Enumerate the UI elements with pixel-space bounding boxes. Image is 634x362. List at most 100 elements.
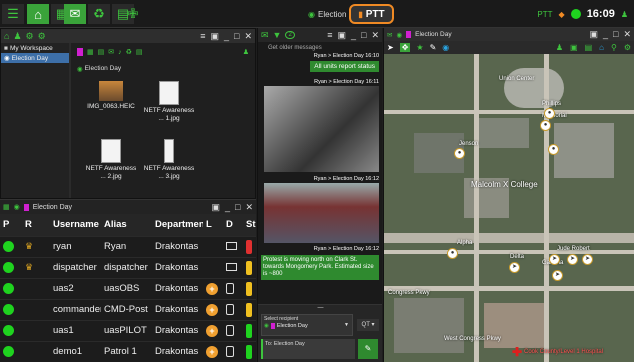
close-icon[interactable]: ✕	[245, 202, 253, 213]
walker-icon[interactable]: ✙	[126, 4, 140, 24]
table-row[interactable]: ♛ dispatcher dispatcher Drakontas	[0, 256, 256, 278]
file-item[interactable]: NETF Awareness ... 2.jpg	[83, 139, 139, 181]
message-input[interactable]: To: Election Day	[261, 339, 355, 359]
filter-icon[interactable]: ▼	[273, 30, 282, 40]
minimize-icon[interactable]: _	[225, 202, 230, 213]
location-badge[interactable]: +	[206, 324, 218, 337]
table-row[interactable]: commander CMD-Post Drakontas +	[0, 298, 256, 320]
table-row[interactable]: demo1 Patrol 1 Drakontas +	[0, 340, 256, 362]
minimize-icon[interactable]: _	[224, 31, 229, 42]
car-icon[interactable]: ▣	[570, 43, 578, 52]
col-header-st[interactable]: St	[243, 214, 256, 236]
col-header-l[interactable]: L	[203, 214, 223, 236]
file-item[interactable]: IMG_0063.HEIC	[83, 81, 139, 111]
map-panel[interactable]: ✉ ◉ Election Day ▣ _ □ ✕ ➤ ✥ ★ ✎ ◉ ♟ ▣ ▤…	[383, 28, 634, 362]
file-name: IMG_0063.HEIC	[87, 103, 135, 110]
recycle-icon[interactable]: ♻	[88, 4, 110, 24]
online-status-dot[interactable]	[570, 9, 581, 19]
tree-item-my-workspace[interactable]: ■ My Workspace	[1, 43, 69, 53]
close-icon[interactable]: ✕	[244, 31, 252, 42]
col-header-username[interactable]: Username	[50, 214, 101, 236]
col-header-p[interactable]: P	[0, 214, 22, 236]
menu-icon[interactable]: ☰	[2, 4, 24, 24]
settings-icon[interactable]: ⚙	[38, 31, 46, 42]
message-photo[interactable]	[264, 183, 379, 243]
col-header-department[interactable]: Department	[152, 214, 203, 236]
lock-icon[interactable]: ▣	[589, 29, 598, 40]
table-row[interactable]: uas2 uasOBS Drakontas +	[0, 277, 256, 299]
table-row[interactable]: ♛ ryan Ryan Drakontas	[0, 235, 256, 257]
close-icon[interactable]: ✕	[623, 29, 631, 40]
minimize-icon[interactable]: _	[603, 29, 608, 40]
star-icon[interactable]: ★	[416, 43, 423, 52]
ptt-button[interactable]: ▮ PTT	[349, 4, 394, 24]
location-badge[interactable]: +	[206, 345, 218, 358]
unit-marker[interactable]: ➤	[567, 254, 578, 265]
unit-marker[interactable]: ●	[540, 120, 551, 131]
hospital-icon[interactable]: ✚	[512, 345, 522, 359]
move-icon[interactable]: ✥	[399, 43, 411, 52]
minimize-icon[interactable]: _	[351, 30, 356, 41]
image-icon[interactable]: ▤	[585, 43, 593, 52]
col-header-d[interactable]: D	[223, 214, 243, 236]
file-item[interactable]: NETF Awareness ... 1.jpg	[141, 81, 197, 123]
maximize-icon[interactable]: □	[613, 29, 618, 40]
unit-marker[interactable]: ●	[447, 248, 458, 259]
list-icon[interactable]: ▤	[98, 48, 105, 56]
user-add-icon[interactable]: ♟	[243, 48, 249, 56]
lock-icon[interactable]: ▣	[211, 202, 220, 213]
user-icon[interactable]: ♟	[621, 10, 628, 19]
col-header-alias[interactable]: Alias	[101, 214, 152, 236]
group-icon[interactable]: ♟	[556, 43, 563, 52]
lock-icon[interactable]: ▣	[337, 30, 346, 41]
unit-marker[interactable]: ➤	[552, 270, 563, 281]
message-sender: Ryan	[313, 176, 327, 182]
cursor-icon[interactable]: ➤	[387, 43, 394, 52]
location-badge[interactable]: +	[206, 303, 218, 316]
layers-icon[interactable]: ◉	[442, 43, 449, 52]
table-row[interactable]: uas1 uasPILOT Drakontas +	[0, 319, 256, 341]
mail-icon[interactable]: ✉	[387, 31, 392, 39]
message-photo[interactable]	[264, 86, 379, 172]
lock-icon[interactable]: ▣	[210, 31, 219, 42]
home-icon[interactable]: ⌂	[27, 4, 49, 24]
maximize-icon[interactable]: □	[235, 202, 240, 213]
bell-icon[interactable]: ♪	[118, 49, 122, 56]
col-header-r[interactable]: R	[22, 214, 50, 236]
pen-icon[interactable]: ✎	[430, 43, 437, 52]
screen-icon[interactable]: ▤	[136, 48, 143, 56]
unit-marker[interactable]: ●	[548, 144, 559, 155]
unit-marker[interactable]: ➤	[509, 262, 520, 273]
recipient-select[interactable]: Select recipient ◉ Election Day ▼	[261, 314, 353, 336]
unit-marker[interactable]: ➤	[549, 254, 560, 265]
grid-icon[interactable]: ▦	[87, 48, 94, 56]
maximize-icon[interactable]: □	[234, 31, 239, 42]
gear-icon[interactable]: ⚙	[624, 43, 631, 52]
home-icon[interactable]: ⌂	[599, 43, 604, 52]
map-label: Congress Pkwy	[388, 290, 430, 296]
file-item[interactable]: NETF Awareness ... 3.jpg	[141, 139, 197, 181]
maximize-icon[interactable]: □	[361, 30, 366, 41]
home-icon[interactable]: ⌂	[4, 31, 9, 41]
search-icon[interactable]: ⚲	[611, 43, 617, 52]
quick-text-button[interactable]: QT ▾	[357, 319, 379, 331]
menu-icon[interactable]: ≡	[327, 30, 332, 41]
mail-icon[interactable]: ✉	[108, 48, 114, 56]
workspace-header: ⌂ ♟ ⚙ ⚙ ≡ ▣ _ □ ✕	[1, 29, 255, 43]
gear-icon[interactable]: ⚙	[26, 31, 34, 42]
group-icon[interactable]: ♟	[13, 31, 21, 42]
table-icon[interactable]: ▦	[3, 203, 10, 211]
close-icon[interactable]: ✕	[371, 30, 379, 41]
attach-button[interactable]: ✎	[358, 339, 378, 359]
mail-icon[interactable]: ✉	[64, 4, 86, 24]
tree-item-election-day[interactable]: ◉ Election Day	[1, 53, 69, 63]
recycle-icon[interactable]: ♻	[126, 48, 132, 56]
unit-marker[interactable]: ●	[454, 148, 465, 159]
mail-icon[interactable]: ✉	[261, 30, 269, 41]
unit-marker[interactable]: ●	[544, 108, 555, 119]
unit-marker[interactable]: ➤	[582, 254, 593, 265]
location-badge[interactable]: +	[206, 282, 218, 295]
drag-handle[interactable]: —	[258, 305, 382, 311]
older-messages-link[interactable]: Get older messages	[258, 42, 382, 51]
menu-icon[interactable]: ≡	[200, 31, 205, 42]
